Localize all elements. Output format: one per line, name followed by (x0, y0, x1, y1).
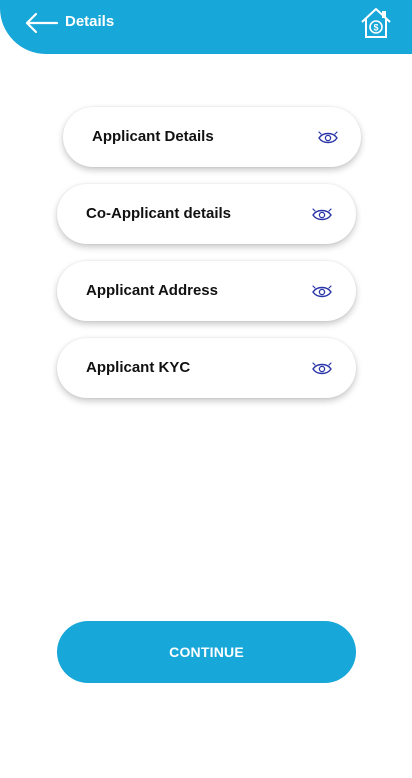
home-button[interactable]: $ (360, 6, 392, 40)
app-header: Details $ (0, 0, 412, 54)
section-label: Co-Applicant details (86, 205, 232, 222)
eye-icon (311, 285, 333, 299)
continue-button[interactable]: CONTINUE (57, 621, 356, 683)
section-label: Applicant KYC (86, 359, 191, 376)
back-button[interactable] (24, 11, 60, 35)
page-title: Details (65, 13, 115, 30)
section-card-applicant-details[interactable]: Applicant Details (63, 107, 361, 167)
section-card-co-applicant-details[interactable]: Co-Applicant details (57, 184, 356, 244)
svg-text:$: $ (373, 23, 378, 33)
eye-icon (317, 131, 339, 145)
section-label: Applicant Address (86, 282, 218, 299)
section-label: Applicant Details (92, 128, 214, 145)
section-card-applicant-address[interactable]: Applicant Address (57, 261, 356, 321)
arrow-left-icon (25, 12, 59, 34)
section-card-applicant-kyc[interactable]: Applicant KYC (57, 338, 356, 398)
eye-icon (311, 208, 333, 222)
home-dollar-icon: $ (361, 8, 391, 38)
eye-icon (311, 362, 333, 376)
